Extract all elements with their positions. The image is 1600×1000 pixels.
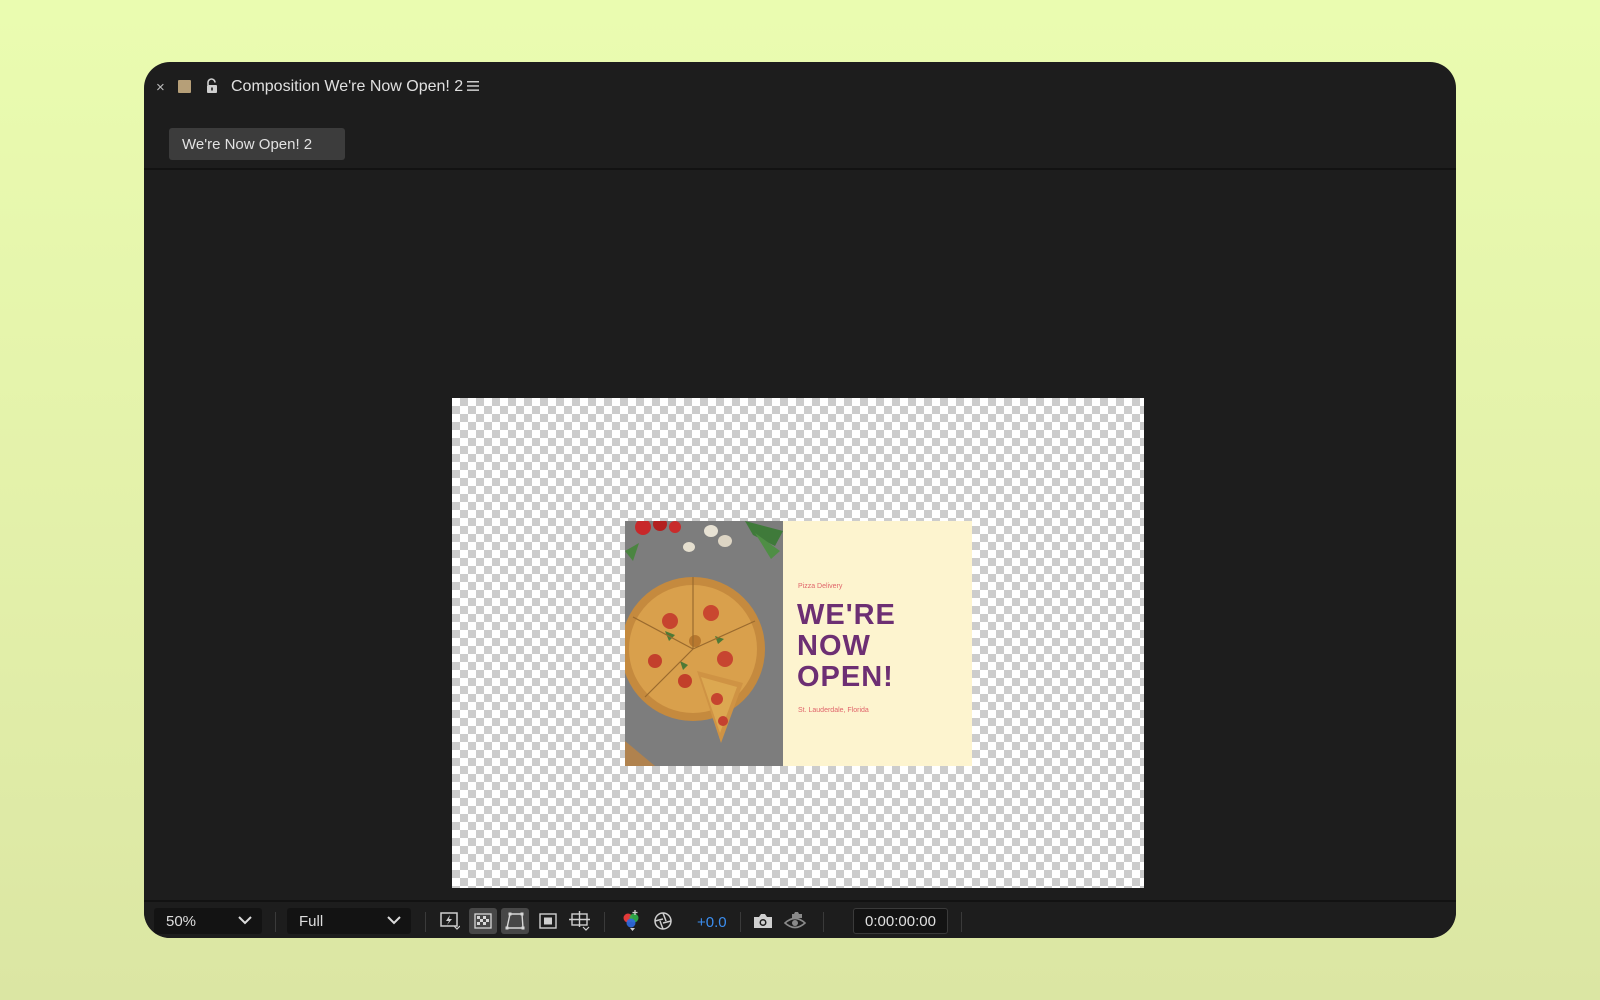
panel-title: Composition We're Now Open! 2	[231, 78, 464, 95]
reset-exposure-button[interactable]	[649, 908, 677, 934]
color-channel-icon	[623, 910, 639, 931]
toolbar-separator	[823, 912, 824, 932]
show-snapshot-icon	[784, 912, 806, 929]
panel-menu-icon[interactable]	[466, 78, 480, 94]
headline-line-1: WE'RE	[797, 599, 896, 631]
current-time-display[interactable]: 0:00:00:00	[853, 908, 948, 934]
region-of-interest-button[interactable]	[534, 908, 562, 934]
take-snapshot-button[interactable]	[749, 908, 777, 934]
chevron-down-icon	[238, 916, 252, 925]
mask-path-visibility-icon	[505, 912, 525, 930]
mask-path-visibility-button[interactable]	[501, 908, 529, 934]
unlock-icon[interactable]	[205, 78, 219, 94]
show-snapshot-button[interactable]	[781, 908, 809, 934]
pizza-photo	[625, 521, 783, 766]
fast-previews-icon	[440, 912, 460, 930]
headline-line-3: OPEN!	[797, 661, 894, 693]
snapshot-icon	[754, 914, 772, 928]
poster-location: St. Lauderdale, Florida	[798, 707, 869, 714]
toolbar-separator	[425, 912, 426, 932]
transparency-grid-icon	[474, 913, 492, 929]
resolution-value: Full	[299, 912, 324, 930]
poster-kicker: Pizza Delivery	[798, 583, 843, 590]
grid-guides-button[interactable]	[566, 908, 594, 934]
label-color-swatch[interactable]	[178, 80, 191, 93]
toolbar-separator	[961, 912, 962, 932]
resolution-dropdown[interactable]: Full	[287, 908, 411, 934]
composition-viewer[interactable]: Pizza Delivery WE'RE NOW OPEN! St. Laude…	[144, 170, 1456, 902]
headline-line-2: NOW	[797, 630, 871, 662]
toolbar-separator	[275, 912, 276, 932]
grid-guides-icon	[569, 911, 590, 931]
close-icon[interactable]: ×	[156, 79, 165, 96]
viewer-toolbar: 50% Full +0.0 0:00:00:00	[144, 900, 1456, 938]
composition-tab[interactable]: We're Now Open! 2	[169, 128, 345, 160]
poster-layer[interactable]: Pizza Delivery WE'RE NOW OPEN! St. Laude…	[625, 521, 972, 766]
magnification-dropdown[interactable]: 50%	[154, 908, 262, 934]
poster-text-panel: Pizza Delivery WE'RE NOW OPEN! St. Laude…	[783, 521, 972, 766]
composition-panel: × Composition We're Now Open! 2 We're No…	[144, 62, 1456, 938]
exposure-value[interactable]: +0.0	[697, 914, 727, 931]
transparency-grid-button[interactable]	[469, 908, 497, 934]
panel-title-bar: × Composition We're Now Open! 2	[144, 62, 1456, 116]
reset-exposure-icon	[654, 912, 672, 930]
chevron-down-icon	[387, 916, 401, 925]
toolbar-separator	[740, 912, 741, 932]
color-channel-button[interactable]	[617, 908, 645, 934]
magnification-value: 50%	[166, 912, 197, 930]
poster-headline: WE'RE NOW OPEN!	[797, 600, 896, 693]
transparency-canvas[interactable]: Pizza Delivery WE'RE NOW OPEN! St. Laude…	[452, 398, 1144, 888]
toolbar-separator	[604, 912, 605, 932]
fast-previews-button[interactable]	[436, 908, 464, 934]
region-of-interest-icon	[539, 913, 557, 929]
pizza-illustration	[625, 521, 783, 766]
